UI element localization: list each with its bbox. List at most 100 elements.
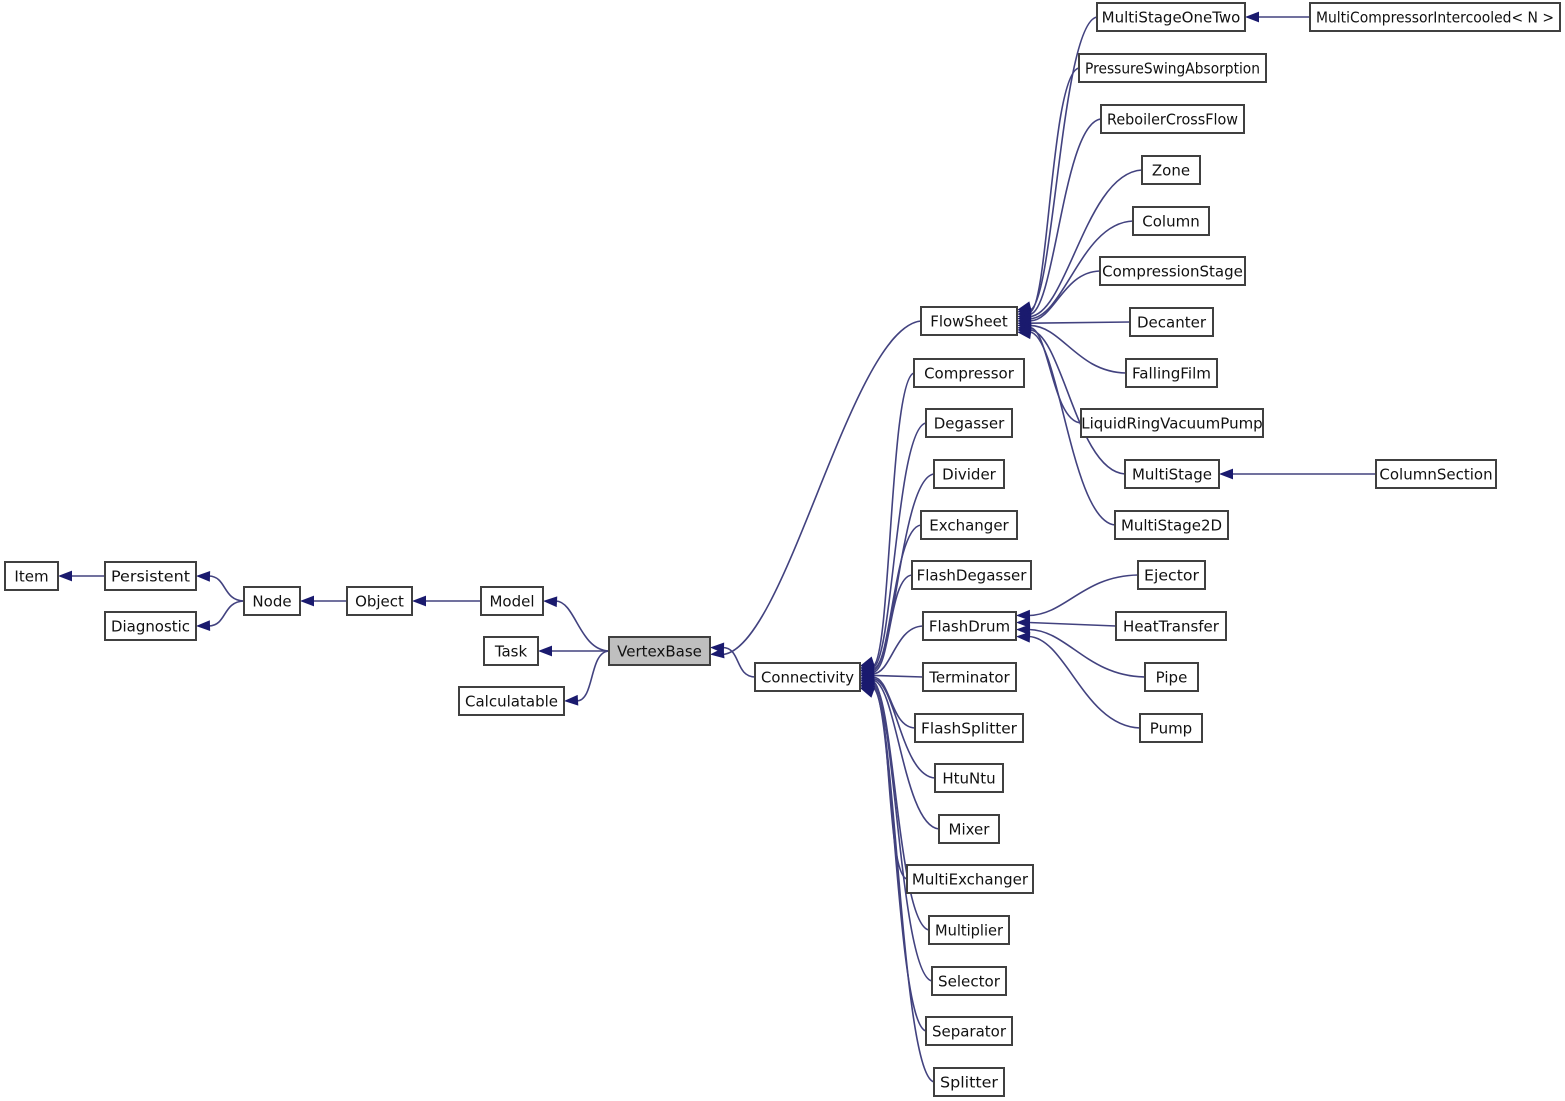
class-node-degasser[interactable]: Degasser bbox=[925, 408, 1013, 438]
class-node-multistage2d[interactable]: MultiStage2D bbox=[1114, 510, 1229, 540]
class-box[interactable] bbox=[928, 915, 1010, 945]
class-box[interactable] bbox=[931, 966, 1007, 996]
class-box[interactable] bbox=[346, 586, 413, 616]
class-node-decanter[interactable]: Decanter bbox=[1129, 307, 1214, 337]
class-node-liquidringvacuumpump[interactable]: LiquidRingVacuumPump bbox=[1080, 408, 1264, 438]
class-node-multistageonetwo[interactable]: MultiStageOneTwo bbox=[1096, 2, 1246, 32]
inheritance-arrowhead bbox=[196, 570, 211, 582]
class-box[interactable] bbox=[933, 459, 1005, 489]
class-node-multiexchanger[interactable]: MultiExchanger bbox=[906, 864, 1034, 894]
class-box[interactable] bbox=[906, 864, 1034, 894]
class-node-compressor[interactable]: Compressor bbox=[913, 358, 1025, 388]
class-node-mixer[interactable]: Mixer bbox=[938, 814, 1000, 844]
class-box[interactable] bbox=[920, 510, 1018, 540]
class-box[interactable] bbox=[922, 662, 1017, 692]
edge-Degasser-to-Connectivity bbox=[872, 422, 927, 669]
edge-HeatTransfer-to-FlashDrum bbox=[1028, 621, 1117, 627]
class-node-multiplier[interactable]: Multiplier bbox=[928, 915, 1010, 945]
class-box[interactable] bbox=[483, 636, 539, 666]
class-node-exchanger[interactable]: Exchanger bbox=[920, 510, 1018, 540]
class-node-vertexbase[interactable]: VertexBase bbox=[608, 636, 711, 666]
class-box[interactable] bbox=[1144, 662, 1199, 692]
class-node-task[interactable]: Task bbox=[483, 636, 539, 666]
class-box[interactable] bbox=[1080, 408, 1264, 438]
class-box[interactable] bbox=[1375, 459, 1497, 489]
edge-FlowSheet-to-VertexBase bbox=[722, 320, 922, 656]
class-node-node[interactable]: Node bbox=[243, 586, 301, 616]
class-node-pressureswingabsorption[interactable]: PressureSwingAbsorption bbox=[1078, 53, 1267, 83]
class-box[interactable] bbox=[1124, 459, 1220, 489]
class-box[interactable] bbox=[480, 586, 544, 616]
class-box[interactable] bbox=[938, 814, 1000, 844]
class-node-terminator[interactable]: Terminator bbox=[922, 662, 1017, 692]
class-node-item[interactable]: Item bbox=[4, 561, 59, 591]
class-node-columnsection[interactable]: ColumnSection bbox=[1375, 459, 1497, 489]
class-node-separator[interactable]: Separator bbox=[925, 1016, 1013, 1046]
class-node-pipe[interactable]: Pipe bbox=[1144, 662, 1199, 692]
class-box[interactable] bbox=[1141, 155, 1201, 185]
edge-Node-to-Diagnostic bbox=[208, 600, 245, 627]
class-box[interactable] bbox=[914, 713, 1024, 743]
class-box[interactable] bbox=[933, 1067, 1005, 1097]
class-box[interactable] bbox=[104, 561, 197, 591]
class-box[interactable] bbox=[243, 586, 301, 616]
class-box[interactable] bbox=[1096, 2, 1246, 32]
class-node-zone[interactable]: Zone bbox=[1141, 155, 1201, 185]
class-node-flowsheet[interactable]: FlowSheet bbox=[920, 306, 1018, 336]
class-node-model[interactable]: Model bbox=[480, 586, 544, 616]
class-node-htuntu[interactable]: HtuNtu bbox=[934, 763, 1004, 793]
class-node-multistage[interactable]: MultiStage bbox=[1124, 459, 1220, 489]
class-node-compressionstage[interactable]: CompressionStage bbox=[1099, 256, 1246, 286]
class-box[interactable] bbox=[925, 408, 1013, 438]
inheritance-diagram: Item Persistent Diagnostic Node Object Model T… bbox=[0, 0, 1565, 1101]
class-box[interactable] bbox=[1309, 2, 1561, 32]
class-box[interactable] bbox=[1100, 104, 1245, 134]
class-box[interactable] bbox=[1129, 307, 1214, 337]
edge-Connectivity-to-VertexBase bbox=[722, 646, 756, 678]
class-box[interactable] bbox=[925, 1016, 1013, 1046]
inheritance-arrowhead bbox=[1016, 631, 1031, 643]
class-node-object[interactable]: Object bbox=[346, 586, 413, 616]
class-node-divider[interactable]: Divider bbox=[933, 459, 1005, 489]
class-node-ejector[interactable]: Ejector bbox=[1137, 560, 1206, 590]
class-node-splitter[interactable]: Splitter bbox=[933, 1067, 1005, 1097]
class-node-calculatable[interactable]: Calculatable bbox=[458, 686, 565, 716]
edge-VertexBase-to-Model bbox=[555, 600, 610, 652]
inheritance-arrowhead bbox=[58, 570, 72, 582]
class-node-diagnostic[interactable]: Diagnostic bbox=[104, 611, 197, 641]
class-box[interactable] bbox=[1115, 611, 1227, 641]
class-box[interactable] bbox=[920, 306, 1018, 336]
class-node-heattransfer[interactable]: HeatTransfer bbox=[1115, 611, 1227, 641]
class-box[interactable] bbox=[922, 611, 1017, 641]
class-box[interactable] bbox=[1114, 510, 1229, 540]
edge-Pump-to-FlashDrum bbox=[1028, 635, 1141, 729]
class-box[interactable] bbox=[1139, 713, 1203, 743]
class-node-flashdegasser[interactable]: FlashDegasser bbox=[911, 560, 1032, 590]
class-node-column[interactable]: Column bbox=[1132, 206, 1210, 236]
edge-Zone-to-FlowSheet bbox=[1029, 169, 1143, 318]
class-node-selector[interactable]: Selector bbox=[931, 966, 1007, 996]
inheritance-arrowhead bbox=[538, 645, 552, 657]
class-box[interactable] bbox=[934, 763, 1004, 793]
class-box[interactable] bbox=[4, 561, 59, 591]
class-node-multicompressorintercooled[interactable]: MultiCompressorIntercooled< N > bbox=[1309, 2, 1561, 32]
class-box[interactable] bbox=[104, 611, 197, 641]
class-box[interactable] bbox=[1099, 256, 1246, 286]
class-box[interactable] bbox=[913, 358, 1025, 388]
class-node-reboilercrossflow[interactable]: ReboilerCrossFlow bbox=[1100, 104, 1245, 134]
class-node-flashdrum[interactable]: FlashDrum bbox=[922, 611, 1017, 641]
class-node-pump[interactable]: Pump bbox=[1139, 713, 1203, 743]
edge-Mixer-to-Connectivity bbox=[872, 679, 940, 830]
class-box[interactable] bbox=[754, 662, 861, 692]
class-node-flashsplitter[interactable]: FlashSplitter bbox=[914, 713, 1024, 743]
class-box[interactable] bbox=[1125, 358, 1218, 388]
class-box[interactable] bbox=[911, 560, 1032, 590]
class-node-persistent[interactable]: Persistent bbox=[104, 561, 197, 591]
class-box[interactable] bbox=[1132, 206, 1210, 236]
class-box[interactable] bbox=[1137, 560, 1206, 590]
class-box[interactable] bbox=[608, 636, 711, 666]
class-node-fallingfilm[interactable]: FallingFilm bbox=[1125, 358, 1218, 388]
class-box[interactable] bbox=[1078, 53, 1267, 83]
class-box[interactable] bbox=[458, 686, 565, 716]
class-node-connectivity[interactable]: Connectivity bbox=[754, 662, 861, 692]
